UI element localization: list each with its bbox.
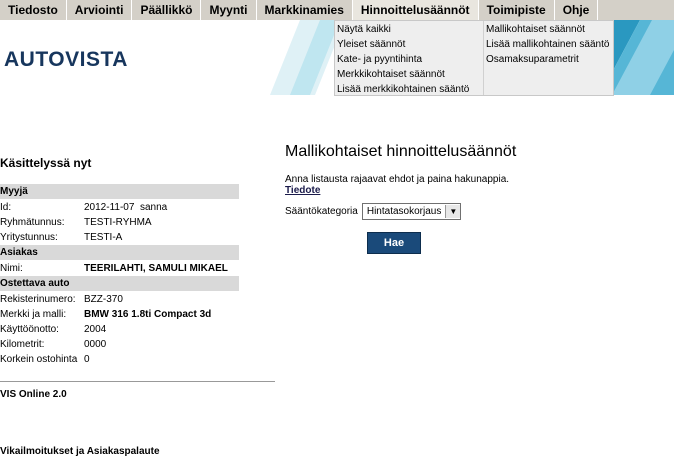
- menu-markkinamies[interactable]: Markkinamies: [257, 0, 353, 20]
- menu-ohje[interactable]: Ohje: [555, 0, 599, 20]
- row-label: Käyttöönotto:: [0, 324, 59, 335]
- main-content: Mallikohtaiset hinnoittelusäännöt Anna l…: [285, 143, 665, 254]
- section-header-label: Ostettava auto: [0, 276, 84, 292]
- page-title: Mallikohtaiset hinnoittelusäännöt: [285, 143, 517, 160]
- menu-toimipiste[interactable]: Toimipiste: [479, 0, 555, 20]
- dropdown-item-osamaksuparametrit[interactable]: Osamaksuparametrit: [486, 52, 609, 67]
- row-label: Merkki ja malli:: [0, 309, 67, 320]
- row-label: Kilometrit:: [0, 339, 45, 350]
- category-select[interactable]: Hintatasokorjaus ▼: [361, 203, 462, 220]
- feedback-link[interactable]: Vikailmoitukset ja Asiakaspalaute: [0, 446, 160, 457]
- vis-online-version: VIS Online 2.0: [0, 389, 67, 400]
- chevron-down-icon[interactable]: ▼: [445, 205, 461, 218]
- section-header-label: Myyjä: [0, 184, 84, 200]
- category-row: Sääntökategoria Hintatasokorjaus ▼: [285, 203, 665, 220]
- table-row: Id: 2012-11-07 sanna: [0, 200, 239, 216]
- section-header-label: Asiakas: [0, 245, 84, 261]
- menu-myynti[interactable]: Myynti: [201, 0, 257, 20]
- section-header-ostettava-auto: Ostettava auto: [0, 276, 239, 292]
- row-label: Ryhmätunnus:: [0, 217, 65, 228]
- dropdown-item-kate-ja-pyyntihinta[interactable]: Kate- ja pyyntihinta: [337, 52, 481, 67]
- row-value: TESTI-RYHMA: [84, 217, 152, 228]
- dropdown-column-left: Näytä kaikki Yleiset säännöt Kate- ja py…: [335, 21, 484, 95]
- row-label: Yritystunnus:: [0, 232, 58, 243]
- table-row: Ryhmätunnus: TESTI-RYHMA: [0, 215, 239, 230]
- instructions-text: Anna listausta rajaavat ehdot ja paina h…: [285, 174, 510, 185]
- dropdown-column-right: Mallikohtaiset säännöt Lisää mallikohtai…: [484, 21, 611, 95]
- row-value: TEERILAHTI, SAMULI MIKAEL: [84, 263, 228, 274]
- menu-tiedosto[interactable]: Tiedosto: [0, 0, 67, 20]
- table-row: Käyttöönotto: 2004: [0, 322, 239, 337]
- dropdown-item-mallikohtaiset-saannot[interactable]: Mallikohtaiset säännöt: [486, 22, 609, 37]
- sidebar-divider: [0, 381, 275, 382]
- category-selected-value: Hintatasokorjaus: [366, 206, 442, 217]
- dropdown-item-lisaa-mallikohtainen[interactable]: Lisää mallikohtainen sääntö: [486, 37, 609, 52]
- category-label: Sääntökategoria: [285, 206, 358, 217]
- row-value: 2004: [84, 324, 107, 335]
- menu-bar: Tiedosto Arviointi Päällikkö Myynti Mark…: [0, 0, 674, 20]
- menu-hinnoittelusaannot[interactable]: Hinnoittelusäännöt: [352, 0, 479, 20]
- row-value: 0: [84, 354, 90, 365]
- row-label: Korkein ostohinta: [0, 354, 78, 365]
- sidebar: Käsittelyssä nyt Myyjä Id: 2012-11-07 sa…: [0, 150, 275, 367]
- row-value: 0000: [84, 339, 107, 350]
- row-value: TESTI-A: [84, 232, 123, 243]
- dropdown-item-lisaa-merkkikohtainen[interactable]: Lisää merkkikohtainen sääntö: [337, 82, 481, 97]
- row-value: BMW 316 1.8ti Compact 3d: [84, 309, 212, 320]
- dropdown-item-yleiset-saannot[interactable]: Yleiset säännöt: [337, 37, 481, 52]
- row-label: Nimi:: [0, 263, 23, 274]
- autovista-logo: AUTOVISTA: [4, 48, 128, 71]
- row-label: Rekisterinumero:: [0, 294, 76, 305]
- table-row: Korkein ostohinta 0: [0, 352, 239, 367]
- table-row: Rekisterinumero: BZZ-370: [0, 292, 239, 308]
- table-row: Yritystunnus: TESTI-A: [0, 230, 239, 245]
- tiedote-link[interactable]: Tiedote: [285, 185, 665, 196]
- row-label: Id:: [0, 202, 12, 213]
- row-value: 2012-11-07 sanna: [84, 202, 168, 213]
- search-button[interactable]: Hae: [367, 232, 421, 254]
- section-header-asiakas: Asiakas: [0, 245, 239, 261]
- menu-paallikko[interactable]: Päällikkö: [132, 0, 202, 20]
- table-row: Merkki ja malli: BMW 316 1.8ti Compact 3…: [0, 307, 239, 322]
- section-header-myyja: Myyjä: [0, 184, 239, 200]
- table-row: Nimi: TEERILAHTI, SAMULI MIKAEL: [0, 261, 239, 277]
- row-value: BZZ-370: [84, 294, 123, 305]
- current-case-table: Myyjä Id: 2012-11-07 sanna Ryhmätunnus: …: [0, 184, 239, 367]
- dropdown-item-merkkikohtaiset-saannot[interactable]: Merkkikohtaiset säännöt: [337, 67, 481, 82]
- hinnoittelusaannot-dropdown: Näytä kaikki Yleiset säännöt Kate- ja py…: [334, 20, 614, 96]
- dropdown-item-nayta-kaikki[interactable]: Näytä kaikki: [337, 22, 481, 37]
- sidebar-title: Käsittelyssä nyt: [0, 156, 92, 170]
- table-row: Kilometrit: 0000: [0, 337, 239, 352]
- menu-arviointi[interactable]: Arviointi: [67, 0, 133, 20]
